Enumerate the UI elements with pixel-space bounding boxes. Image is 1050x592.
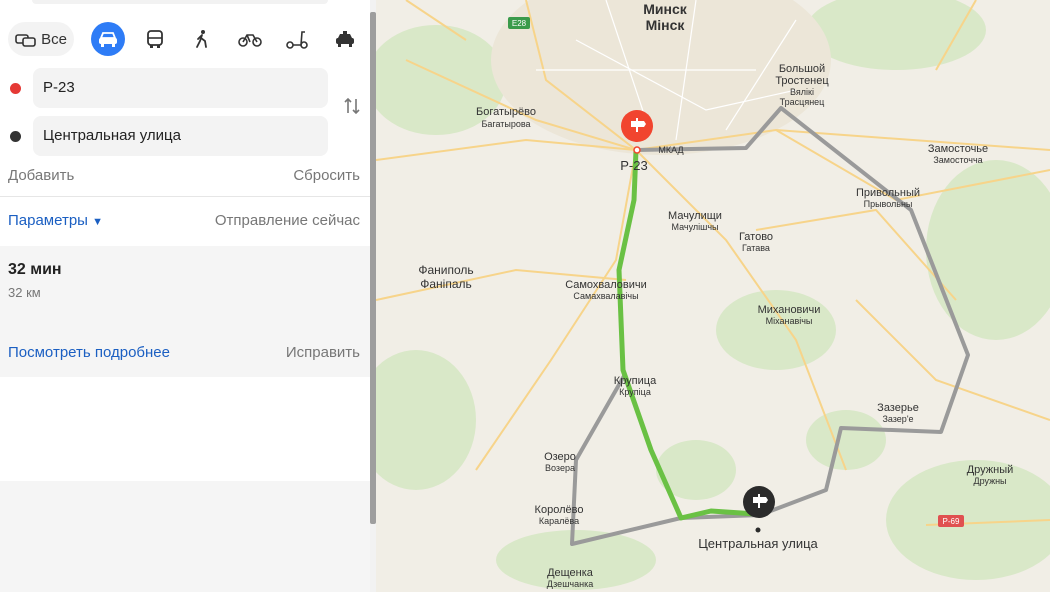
waypoint-from: Р-23 xyxy=(0,68,370,108)
from-dot-icon xyxy=(10,83,21,94)
svg-text:Замосточье: Замосточье xyxy=(928,143,988,155)
mode-bike-button[interactable] xyxy=(233,22,267,56)
svg-text:Р-69: Р-69 xyxy=(943,517,960,526)
scooter-icon xyxy=(286,31,308,49)
label-minsk-be: Мінск xyxy=(646,17,686,33)
start-marker-label: Р-23 xyxy=(620,158,647,173)
svg-text:Фаніпаль: Фаніпаль xyxy=(420,277,472,291)
svg-text:Трасцянец: Трасцянец xyxy=(780,97,825,107)
caret-down-icon: ▼ xyxy=(92,216,104,228)
swap-waypoints-button[interactable] xyxy=(342,96,362,120)
e28-badge: E28 xyxy=(508,17,530,29)
to-input[interactable]: Центральная улица xyxy=(33,116,328,156)
svg-text:Самахвалавічы: Самахвалавічы xyxy=(573,291,638,301)
bottom-panel-area xyxy=(0,481,370,592)
r69-badge: Р-69 xyxy=(938,515,964,527)
svg-text:Большой: Большой xyxy=(779,63,825,75)
label-minsk: Минск xyxy=(643,1,688,17)
route-distance: 32 км xyxy=(8,285,41,300)
from-input[interactable]: Р-23 xyxy=(33,68,328,108)
svg-text:Крупица: Крупица xyxy=(614,375,657,387)
svg-text:Гатово: Гатово xyxy=(739,231,773,243)
transport-modes: Все xyxy=(0,22,370,56)
svg-text:Мачулищи: Мачулищи xyxy=(668,210,722,222)
bus-icon xyxy=(147,30,163,48)
end-marker[interactable] xyxy=(743,486,775,533)
svg-text:Самохваловичи: Самохваловичи xyxy=(565,279,647,291)
svg-text:Гатава: Гатава xyxy=(742,243,770,253)
mode-all-button[interactable]: Все xyxy=(8,22,74,56)
svg-text:Багатырова: Багатырова xyxy=(481,119,530,129)
parameters-label: Параметры xyxy=(8,212,88,229)
fix-route-button[interactable]: Исправить xyxy=(286,344,360,361)
car-icon xyxy=(99,32,117,47)
route-panel: Все Р-23 Центральная улица Добавить Сбро… xyxy=(0,0,370,592)
bike-icon xyxy=(238,34,262,47)
svg-text:E28: E28 xyxy=(512,19,527,28)
svg-text:МКАД: МКАД xyxy=(658,145,683,155)
svg-text:Міханавічы: Міханавічы xyxy=(766,316,813,326)
svg-text:Возера: Возера xyxy=(545,463,575,473)
svg-text:Дружный: Дружный xyxy=(967,464,1014,476)
waypoint-to: Центральная улица xyxy=(0,116,370,156)
svg-text:Мачулішчы: Мачулішчы xyxy=(671,222,718,232)
end-marker-label: Центральная улица xyxy=(698,536,818,551)
parameters-button[interactable]: Параметры ▼ xyxy=(8,212,103,229)
svg-text:Богатырёво: Богатырёво xyxy=(476,106,536,118)
svg-text:Михановичи: Михановичи xyxy=(758,304,821,316)
svg-text:Прывольны: Прывольны xyxy=(864,199,913,209)
svg-text:Вялікі: Вялікі xyxy=(790,87,814,97)
mode-taxi-button[interactable] xyxy=(328,22,362,56)
map-canvas: E28 Р-69 Минск Мінск Богатырёво Багатыро… xyxy=(376,0,1050,590)
svg-text:Крупіца: Крупіца xyxy=(619,387,651,397)
mode-bus-button[interactable] xyxy=(138,22,172,56)
svg-text:Фаниполь: Фаниполь xyxy=(418,263,473,277)
svg-text:Зазерье: Зазерье xyxy=(877,402,919,414)
svg-text:Дещенка: Дещенка xyxy=(547,567,594,579)
top-search-fragment xyxy=(32,0,328,4)
route-time: 32 мин xyxy=(8,261,62,278)
all-modes-icon xyxy=(15,34,36,47)
svg-text:Дзешчанка: Дзешчанка xyxy=(547,579,593,589)
svg-text:Королёво: Королёво xyxy=(535,504,584,516)
mode-scooter-button[interactable] xyxy=(280,22,314,56)
svg-text:Каралёва: Каралёва xyxy=(539,516,579,526)
svg-text:Привольный: Привольный xyxy=(856,187,920,199)
route-summary-card[interactable]: 32 мин 32 км Посмотреть подробнее Исправ… xyxy=(0,246,370,377)
view-details-link[interactable]: Посмотреть подробнее xyxy=(8,344,170,361)
svg-text:Дружны: Дружны xyxy=(973,476,1006,486)
svg-text:Зазер'е: Зазер'е xyxy=(882,414,913,424)
svg-text:Тростенец: Тростенец xyxy=(775,75,829,87)
svg-text:Озеро: Озеро xyxy=(544,451,576,463)
mode-all-label: Все xyxy=(41,30,67,48)
svg-text:Замосточча: Замосточча xyxy=(933,155,982,165)
walk-icon xyxy=(196,30,207,48)
departure-button[interactable]: Отправление сейчас xyxy=(215,212,360,229)
to-dot-icon xyxy=(10,131,21,142)
map-view[interactable]: E28 Р-69 Минск Мінск Богатырёво Багатыро… xyxy=(376,0,1050,592)
taxi-icon xyxy=(336,31,354,47)
reset-button[interactable]: Сбросить xyxy=(293,167,360,184)
mode-walk-button[interactable] xyxy=(185,22,219,56)
swap-arrows-icon xyxy=(344,97,360,115)
divider xyxy=(0,196,370,197)
add-waypoint-button[interactable]: Добавить xyxy=(8,167,74,184)
mode-car-button[interactable] xyxy=(91,22,125,56)
